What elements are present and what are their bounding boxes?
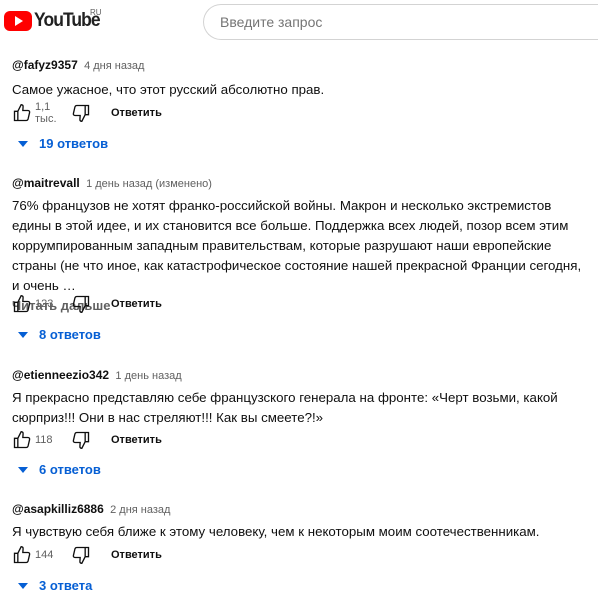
- reply-button[interactable]: Ответить: [111, 549, 162, 561]
- like-icon[interactable]: [12, 294, 32, 314]
- comment-time[interactable]: 2 дня назад: [110, 504, 170, 516]
- comment-author[interactable]: @fafyz9357: [12, 58, 78, 72]
- chevron-down-icon: [18, 331, 28, 338]
- comment: @maitrevall 1 день назад (изменено) 76% …: [12, 176, 592, 342]
- view-replies-button[interactable]: 6 ответов: [18, 462, 101, 477]
- comment-text: Я чувствую себя ближе к этому человеку, …: [12, 524, 540, 539]
- comment-text: 76% французов не хотят франко-российской…: [12, 198, 582, 293]
- comment-actions: 1,1 тыс. Ответить: [12, 101, 162, 125]
- comment-author[interactable]: @etienneezio342: [12, 368, 109, 382]
- dislike-icon[interactable]: [71, 545, 91, 565]
- comment-actions: 123 Ответить: [12, 294, 162, 314]
- comment-author[interactable]: @maitrevall: [12, 176, 80, 190]
- comment: @fafyz9357 4 дня назад Самое ужасное, чт…: [12, 58, 592, 151]
- reply-button[interactable]: Ответить: [111, 107, 162, 119]
- view-replies-button[interactable]: 3 ответа: [18, 578, 92, 593]
- comment-actions: 118 Ответить: [12, 430, 162, 450]
- like-icon[interactable]: [12, 430, 32, 450]
- dislike-icon[interactable]: [71, 294, 91, 314]
- comment-time[interactable]: 1 день назад: [115, 370, 181, 382]
- comment-time[interactable]: 1 день назад (изменено): [86, 178, 212, 190]
- dislike-icon[interactable]: [71, 430, 91, 450]
- comment-text: Самое ужасное, что этот русский абсолютн…: [12, 82, 325, 97]
- like-count: 118: [35, 434, 53, 446]
- replies-count: 8 ответов: [39, 327, 101, 342]
- replies-count: 6 ответов: [39, 462, 101, 477]
- like-count: 144: [35, 549, 54, 561]
- view-replies-button[interactable]: 19 ответов: [18, 136, 108, 151]
- region-code: RU: [90, 8, 102, 17]
- search-input[interactable]: [203, 4, 598, 40]
- chevron-down-icon: [18, 466, 28, 473]
- comment-author[interactable]: @asapkilliz6886: [12, 502, 104, 516]
- dislike-icon[interactable]: [71, 103, 91, 123]
- chevron-down-icon: [18, 140, 28, 147]
- comment: @asapkilliz6886 2 дня назад Я чувствую с…: [12, 502, 592, 593]
- like-icon[interactable]: [12, 545, 32, 565]
- comment-actions: 144 Ответить: [12, 545, 162, 565]
- comment: @etienneezio342 1 день назад Я прекрасно…: [12, 368, 592, 477]
- replies-count: 3 ответа: [39, 578, 93, 593]
- masthead: YouTube RU: [0, 0, 598, 44]
- comment-time[interactable]: 4 дня назад: [84, 60, 144, 72]
- youtube-play-icon: [4, 11, 32, 31]
- reply-button[interactable]: Ответить: [111, 298, 162, 310]
- replies-count: 19 ответов: [39, 136, 109, 151]
- chevron-down-icon: [18, 582, 28, 589]
- comment-text: Я прекрасно представляю себе французског…: [12, 390, 558, 425]
- like-count: 123: [35, 298, 54, 310]
- reply-button[interactable]: Ответить: [111, 434, 162, 446]
- view-replies-button[interactable]: 8 ответов: [18, 327, 101, 342]
- like-icon[interactable]: [12, 103, 32, 123]
- like-count: 1,1 тыс.: [35, 101, 57, 125]
